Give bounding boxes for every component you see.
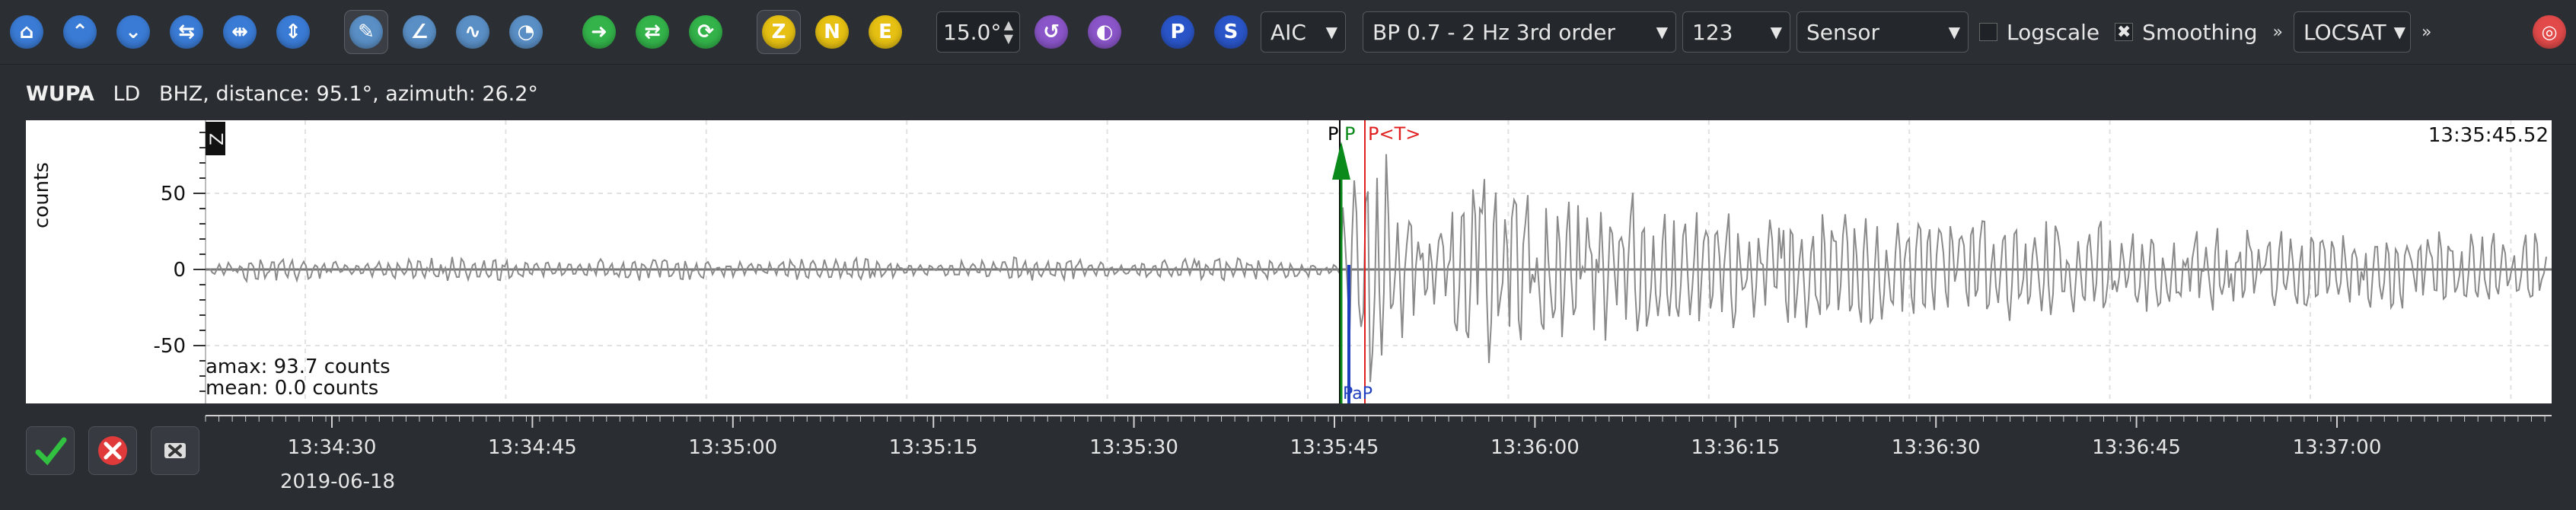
mean-label: mean: 0.0 counts	[206, 377, 378, 400]
chevron-down-icon: ▼	[1656, 23, 1668, 41]
amplitude-tool-button[interactable]: ∿	[451, 10, 495, 54]
polarization-button[interactable]: ◐	[1082, 10, 1127, 54]
waveform-plot[interactable]: 50 0 -50 P P P<T> PaP Zamax: 93.7 counts mean: 0…	[26, 120, 2552, 407]
time-tick-label: 13:34:30	[288, 436, 377, 459]
y-tick-label: 50	[161, 183, 186, 206]
checkbox-box	[1979, 23, 1997, 41]
accept-button[interactable]	[26, 426, 75, 475]
time-tick-label: 13:35:15	[889, 436, 978, 459]
close-icon	[98, 436, 127, 465]
spectrum-tool-button[interactable]: ◔	[504, 10, 548, 54]
amax-label: amax: 93.7 counts	[206, 355, 391, 378]
polarization-icon: ◐	[1088, 15, 1121, 49]
filter-code-select[interactable]: 123 ▼	[1682, 11, 1790, 53]
component-z-button[interactable]: Z	[757, 10, 801, 54]
eraser-icon	[164, 443, 186, 458]
chevron-up-icon: ⌃	[63, 15, 97, 49]
pick-label-bottom: PaP	[1343, 384, 1372, 403]
time-tick-label: 13:36:15	[1691, 436, 1780, 459]
time-tick-label: 13:35:30	[1089, 436, 1178, 459]
angle-icon: ∠	[403, 15, 436, 49]
component-badge-label: Z	[206, 133, 228, 145]
channel-info: BHZ, distance: 95.1°, azimuth: 26.2°	[158, 82, 538, 106]
locate-button[interactable]: ◎	[2527, 10, 2571, 54]
scroll-down-button[interactable]: ⌄	[111, 10, 155, 54]
delete-pick-button[interactable]	[151, 426, 199, 475]
rotation-angle-value: 15.0°	[943, 19, 1002, 45]
waveform-svg[interactable]: 50 0 -50 P P P<T> PaP Zamax: 93.7 countsmean: 0…	[26, 120, 2552, 407]
component-n-button[interactable]: N	[810, 10, 854, 54]
overflow-menu-icon[interactable]: »	[2421, 23, 2431, 42]
scroll-up-button[interactable]: ⌃	[58, 10, 102, 54]
y-tick-label: 0	[173, 259, 186, 282]
chevron-down-icon: ▼	[1770, 23, 1782, 41]
toolbar: ⌂ ⌃ ⌄ ⇆ ⇹ ⇕ ✎ ∠ ∿ ◔ ➜ ⇄ ⟳ Z N E 15.0° ▲ ▼…	[0, 0, 2576, 65]
logscale-checkbox[interactable]: Logscale	[1979, 20, 2099, 45]
arrow-right-icon: ➜	[582, 15, 616, 49]
zoom-time-button[interactable]: ⇹	[218, 10, 262, 54]
locator-select[interactable]: LOCSAT ▼	[2293, 11, 2411, 53]
swap-pick-button[interactable]: ⇄	[630, 10, 674, 54]
time-tick-label: 13:35:00	[688, 436, 777, 459]
pick-label: P<T>	[1368, 123, 1420, 145]
station-code: WUPA	[26, 82, 94, 106]
relocate-button[interactable]: ⟳	[684, 10, 728, 54]
time-tick-label: 13:36:00	[1490, 436, 1580, 459]
filter-select[interactable]: BP 0.7 - 2 Hz 3rd order ▼	[1363, 11, 1676, 53]
target-icon: ◎	[2533, 15, 2566, 49]
refresh-icon: ⟳	[689, 15, 722, 49]
measure-angle-button[interactable]: ∠	[397, 10, 442, 54]
time-tick-label: 13:34:45	[488, 436, 577, 459]
swap-icon: ⇄	[636, 15, 669, 49]
overflow-menu-icon[interactable]: »	[2273, 23, 2283, 42]
zoom-vertical-icon: ⇕	[276, 15, 310, 49]
time-tick-label: 13:36:30	[1892, 436, 1981, 459]
checkmark-icon: ✖	[2115, 23, 2134, 42]
arrow-left-right-icon: ⇆	[170, 15, 203, 49]
smoothing-checkbox[interactable]: ✖ Smoothing	[2115, 20, 2258, 45]
home-button[interactable]: ⌂	[5, 10, 49, 54]
checkmark-icon	[35, 437, 67, 466]
zoom-horizontal-icon: ⇹	[223, 15, 257, 49]
pick-label: P	[1344, 123, 1355, 145]
y-axis-label: counts	[30, 162, 53, 228]
chevron-down-icon: ⌄	[116, 15, 150, 49]
time-tick-label: 13:35:45	[1290, 436, 1379, 459]
pick-pen-icon: ✎	[349, 15, 383, 49]
scale-amplitude-button[interactable]: ⇕	[271, 10, 315, 54]
time-tick-label: 13:36:45	[2092, 436, 2181, 459]
date-label: 2019-06-18	[280, 470, 396, 493]
chevron-down-icon: ▼	[1948, 23, 1960, 41]
rotate-icon: ↺	[1035, 15, 1068, 49]
component-e-button[interactable]: E	[863, 10, 907, 54]
spinbox-arrows-icon[interactable]: ▲ ▼	[1004, 18, 1013, 46]
time-tick-label: 13:37:00	[2293, 436, 2382, 459]
pick-tool-button[interactable]: ✎	[344, 10, 388, 54]
waveform-trace	[209, 154, 2547, 382]
rotate-button[interactable]: ↺	[1029, 10, 1073, 54]
unit-select[interactable]: Sensor ▼	[1797, 11, 1969, 53]
amplitude-icon: ∿	[456, 15, 489, 49]
next-pick-button[interactable]: ➜	[577, 10, 621, 54]
time-readout: 13:35:45.52	[2428, 124, 2549, 147]
network-code: LD	[113, 82, 141, 106]
phase-s-button[interactable]: S	[1209, 10, 1253, 54]
pick-action-buttons	[26, 426, 199, 475]
chevron-down-icon: ▼	[1325, 23, 1337, 41]
pick-arrow-icon[interactable]	[1332, 142, 1350, 180]
reject-button[interactable]	[88, 426, 137, 475]
picker-select[interactable]: AIC ▼	[1261, 11, 1346, 53]
pick-label: P	[1328, 123, 1338, 145]
rotation-angle-spinbox[interactable]: 15.0° ▲ ▼	[936, 11, 1020, 53]
y-tick-label: -50	[154, 335, 186, 358]
phase-p-button[interactable]: P	[1156, 10, 1200, 54]
home-icon: ⌂	[10, 15, 43, 49]
spectrum-icon: ◔	[509, 15, 543, 49]
scroll-left-button[interactable]: ⇆	[164, 10, 209, 54]
chevron-down-icon: ▼	[2393, 23, 2405, 41]
trace-header: WUPA LD BHZ, distance: 95.1°, azimuth: 2…	[26, 82, 538, 106]
